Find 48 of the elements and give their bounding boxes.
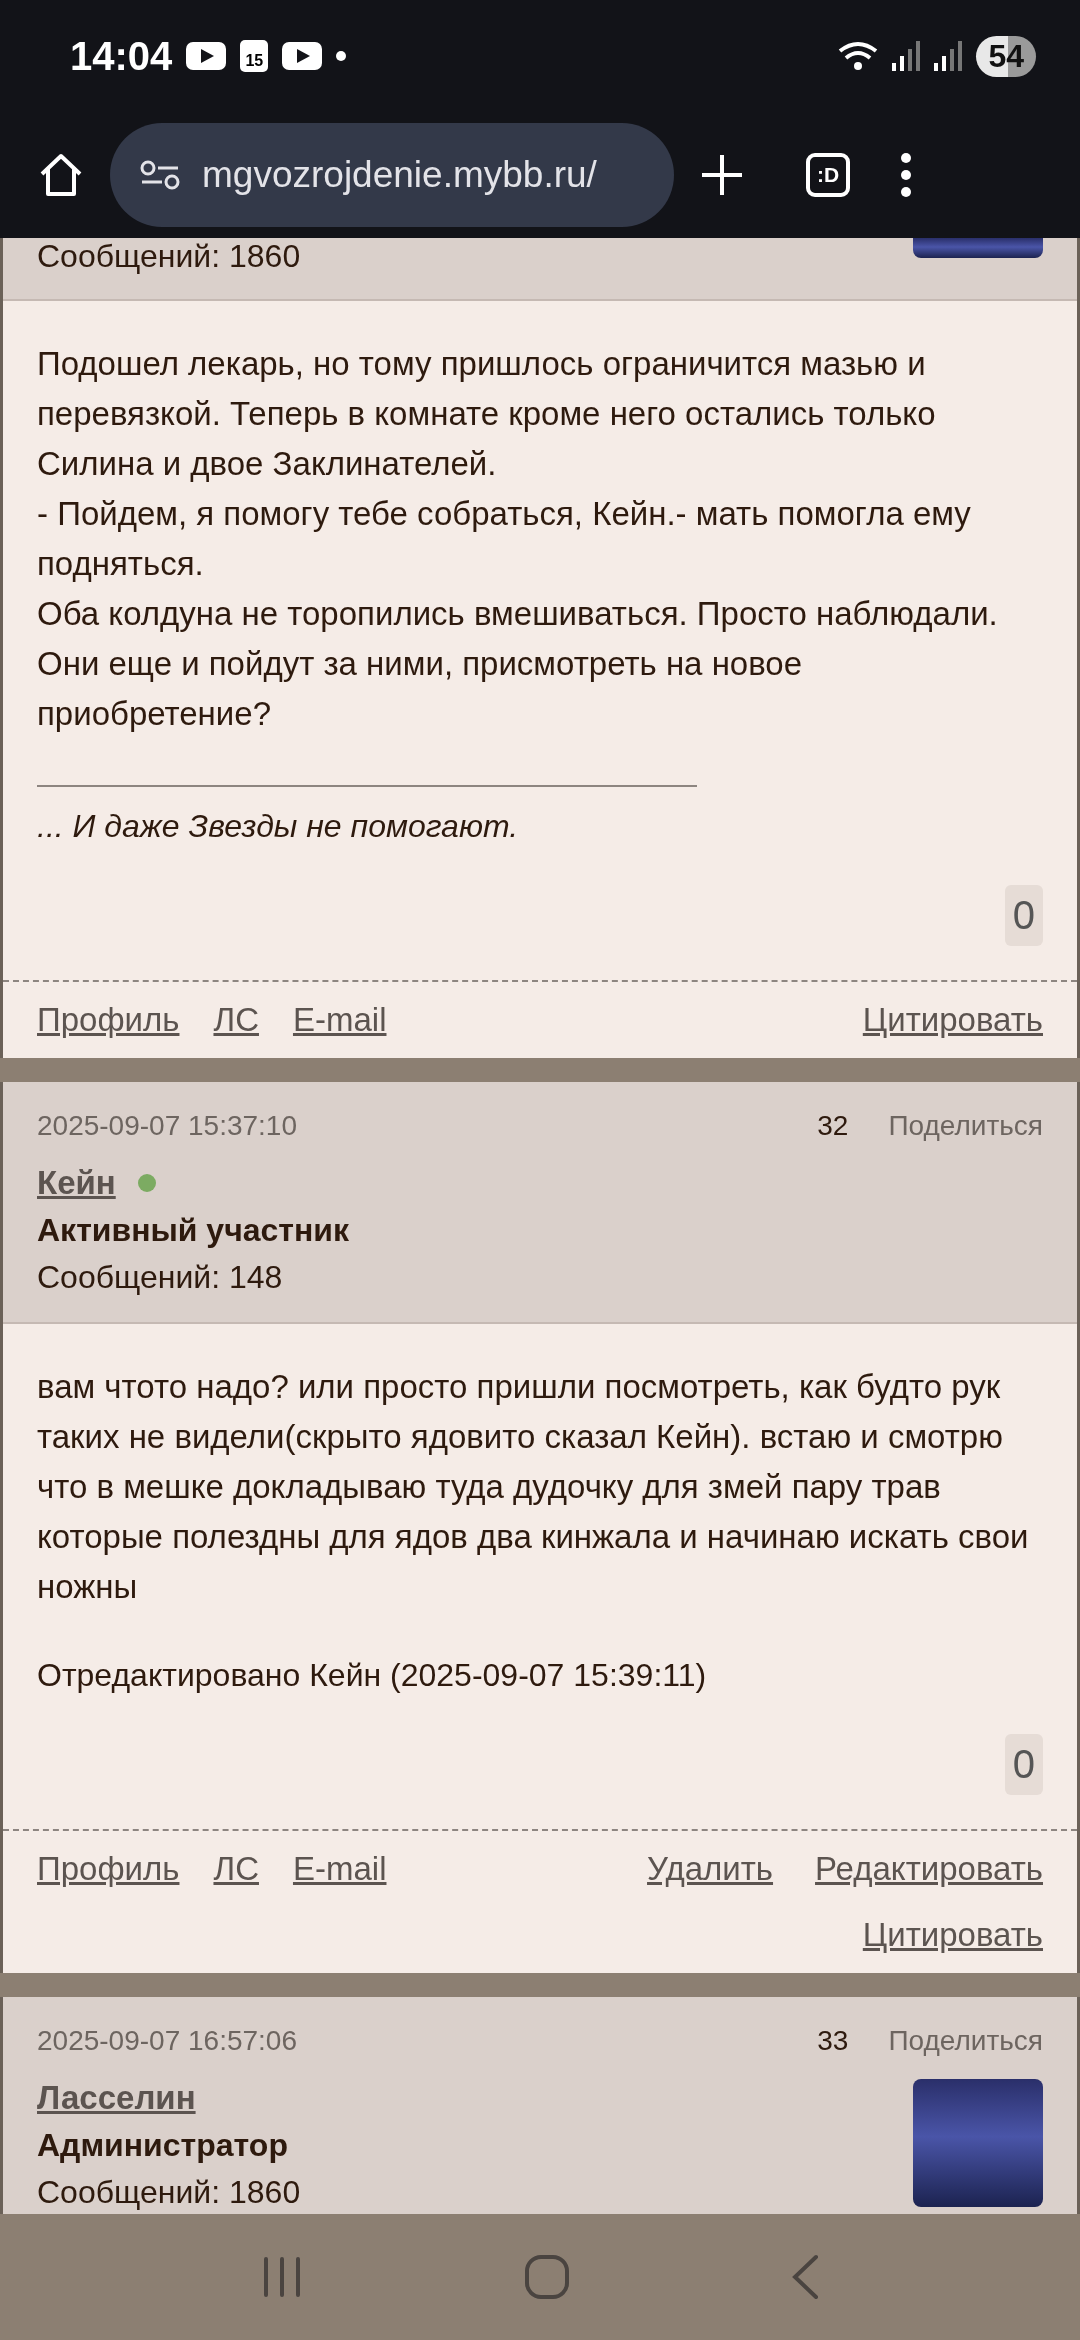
- post-text: Подошел лекарь, но тому пришлось ограничится мазью и перевязкой. Теперь в комнате кроме него остались только Силина и двое Заклинателей.: [37, 344, 937, 484]
- dot-icon: [336, 51, 347, 61]
- like-counter[interactable]: 0: [1004, 1734, 1043, 1795]
- more-menu-icon[interactable]: [900, 152, 912, 198]
- post-date: 2025-09-07 16:57:06: [37, 2025, 298, 2057]
- post-action-link[interactable]: Удалить: [647, 1845, 774, 1893]
- author-name-link[interactable]: Ласселин: [37, 2079, 196, 2117]
- video-app-icon: [186, 42, 227, 70]
- user-rank: Администратор: [37, 2127, 289, 2164]
- clock-time: 14:04: [70, 33, 173, 79]
- post-text: вам чтото надо? или просто пришли посмотреть, как будто рук таких не видели(скрыто ядовито сказал Кейн). встаю и смотрю что в мешке докладываю туда дудочку для змей пару трав которые полездны для ядов два кинжала и начинаю искать свои ножны: [37, 1367, 1030, 1607]
- signal-icon: [892, 41, 921, 71]
- back-icon[interactable]: [790, 2254, 820, 2300]
- edited-note: Отредактировано Кейн (2025-09-07 15:39:11): [37, 1656, 708, 1695]
- like-counter[interactable]: 0: [1004, 885, 1043, 946]
- user-rank: Активный участник: [37, 1212, 350, 1249]
- message-count: Сообщений: 1860: [37, 238, 302, 275]
- share-link[interactable]: Поделиться: [888, 2017, 1043, 2065]
- post-action-link[interactable]: ЛС: [213, 996, 259, 1044]
- post-action-link[interactable]: Профиль: [37, 996, 180, 1044]
- calendar-icon: 15: [240, 40, 269, 72]
- video-app-icon: [282, 42, 323, 70]
- site-settings-icon: [140, 160, 180, 190]
- address-bar[interactable]: mgvozrojdenie.mybb.ru/: [110, 123, 674, 227]
- post-text: Оба колдуна не торопились вмешиваться. Просто наблюдали. Они еще и пойдут за ними, присмотреть на новое приобретение?: [37, 594, 999, 734]
- post-action-link[interactable]: ЛС: [213, 1845, 259, 1893]
- home-button-icon[interactable]: [524, 2254, 570, 2300]
- post-text: - Пойдем, я помогу тебе собраться, Кейн.- мать помогла ему подняться.: [37, 494, 972, 584]
- share-link[interactable]: Поделиться: [888, 1102, 1043, 1150]
- tab-switcher-button[interactable]: :D: [806, 153, 850, 197]
- post-action-link[interactable]: Редактировать: [815, 1845, 1043, 1893]
- post-number: 32: [817, 1110, 849, 1142]
- author-name-link[interactable]: Кейн: [37, 1164, 116, 1202]
- signal-icon: [934, 41, 963, 71]
- signature-text: ... И даже Звезды не помогают.: [37, 807, 520, 846]
- message-count: Сообщений: 148: [37, 1259, 284, 1296]
- battery-indicator: 54: [976, 35, 1036, 77]
- post-number: 33: [817, 2025, 849, 2057]
- home-icon[interactable]: [38, 152, 84, 198]
- post-action-link[interactable]: Цитировать: [862, 996, 1043, 1044]
- post-action-link[interactable]: Цитировать: [862, 1911, 1043, 1959]
- post-action-link[interactable]: E-mail: [292, 996, 387, 1044]
- post-date: 2025-09-07 15:37:10: [37, 1110, 298, 1142]
- wifi-icon: [838, 39, 879, 73]
- message-count: Сообщений: 1860: [37, 2174, 302, 2211]
- plus-icon[interactable]: [700, 153, 744, 197]
- post-action-link[interactable]: E-mail: [292, 1845, 387, 1893]
- post-action-link[interactable]: Профиль: [37, 1845, 180, 1893]
